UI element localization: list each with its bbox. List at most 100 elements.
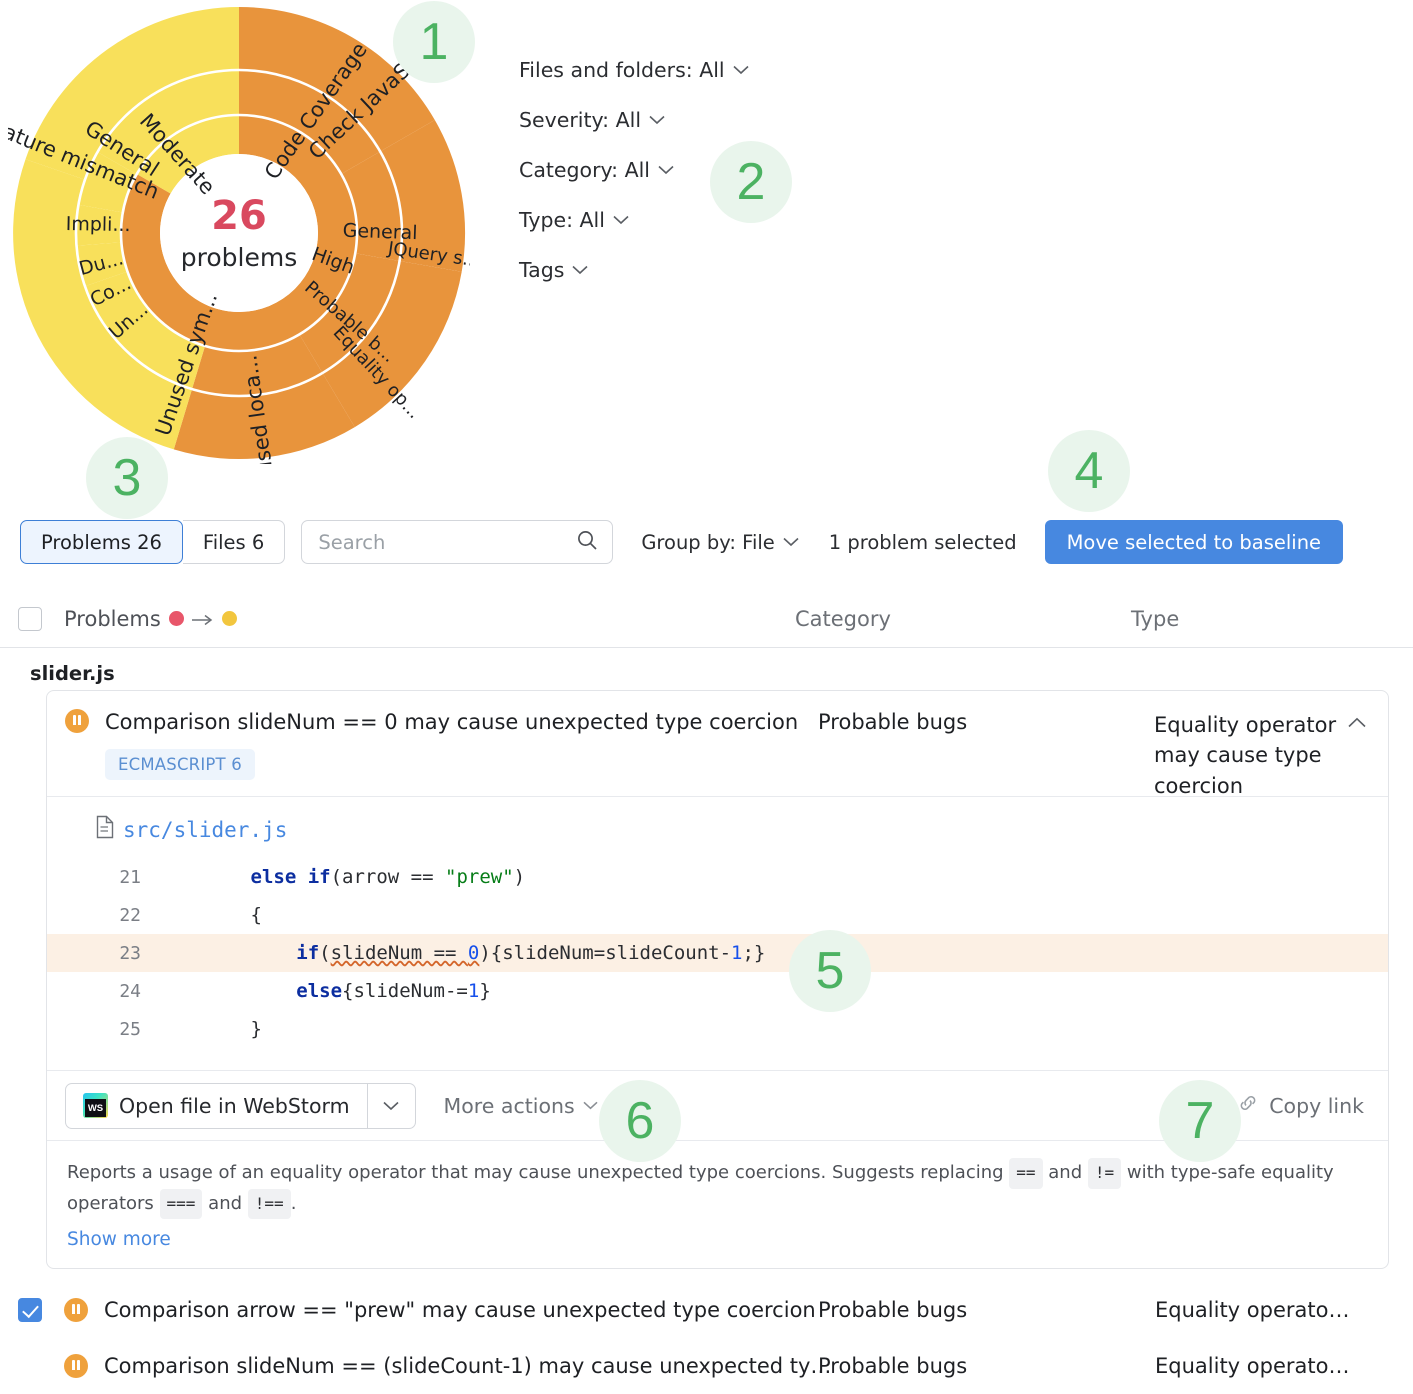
- chart-center-label: problems: [181, 243, 297, 272]
- file-path-text: src/slider.js: [123, 818, 287, 842]
- problem-category: Probable bugs: [818, 710, 1118, 734]
- line-number: 24: [47, 981, 159, 1002]
- code-chip-eq: ==: [1009, 1158, 1042, 1188]
- severity-from-dot: [169, 611, 184, 626]
- search-icon[interactable]: [576, 529, 598, 555]
- chart-center-value: 26: [211, 193, 267, 239]
- code-snippet-section: src/slider.js 21 else if(arrow == "prew"…: [47, 796, 1388, 1058]
- callout-badge-2: 2: [710, 141, 792, 223]
- open-file-label: Open file in WebStorm: [119, 1094, 350, 1118]
- slice-label: General: [342, 220, 418, 245]
- overview-panel: Check JavaScri... Code Coverage JQuery s…: [0, 0, 1413, 500]
- table-row[interactable]: Comparison arrow == "prew" may cause une…: [0, 1282, 1413, 1338]
- callout-badge-5: 5: [789, 930, 871, 1012]
- chevron-down-icon: [613, 215, 629, 225]
- row-checkbox[interactable]: [18, 1298, 42, 1322]
- problem-title: Comparison slideNum == 0 may cause unexp…: [105, 709, 805, 735]
- column-header-category: Category: [795, 607, 891, 631]
- results-table-header: Problems Category Type: [0, 590, 1413, 648]
- row-type: Equality operato…: [1155, 1354, 1349, 1378]
- warning-icon: [64, 1354, 88, 1378]
- problems-sunburst-chart[interactable]: Check JavaScri... Code Coverage JQuery s…: [8, 2, 470, 464]
- description-part-2: and: [1048, 1162, 1082, 1183]
- file-path-link[interactable]: src/slider.js: [95, 815, 1388, 844]
- callout-badge-4: 4: [1048, 430, 1130, 512]
- problem-detail-card: Comparison slideNum == 0 may cause unexp…: [46, 690, 1389, 1269]
- chevron-down-icon: [583, 1101, 598, 1110]
- selection-count: 1 problem selected: [829, 531, 1017, 554]
- show-more-link[interactable]: Show more: [67, 1229, 171, 1250]
- column-header-type: Type: [1131, 607, 1179, 631]
- warning-icon: [65, 709, 89, 733]
- callout-badge-6: 6: [599, 1080, 681, 1162]
- line-content: if(slideNum == 0){slideNum=slideCount-1;…: [159, 942, 765, 964]
- group-by-label: Group by: File: [641, 531, 774, 554]
- chevron-down-icon: [649, 115, 665, 125]
- filter-label: Category: All: [519, 158, 650, 182]
- arrow-right-icon: [192, 607, 214, 631]
- filter-label: Tags: [519, 258, 564, 282]
- column-header-problems: Problems: [64, 607, 237, 631]
- line-content: }: [159, 1018, 262, 1040]
- select-all-checkbox[interactable]: [18, 607, 42, 631]
- open-file-split-button[interactable]: Open file in WebStorm: [65, 1083, 416, 1129]
- code-line: 24 else{slideNum-=1}: [47, 972, 1388, 1010]
- line-content: else if(arrow == "prew"): [159, 866, 525, 888]
- callout-badge-1: 1: [393, 1, 475, 83]
- filter-type[interactable]: Type: All: [519, 208, 749, 232]
- chevron-down-icon: [783, 537, 799, 547]
- search-box[interactable]: [301, 520, 613, 564]
- chevron-down-icon: [572, 265, 588, 275]
- slice-label: Impli...: [66, 213, 131, 236]
- open-file-button[interactable]: Open file in WebStorm: [66, 1084, 367, 1128]
- chevron-down-icon: [733, 65, 749, 75]
- description-part-4: and: [208, 1193, 242, 1214]
- search-input[interactable]: [316, 530, 576, 555]
- chevron-down-icon: [658, 165, 674, 175]
- view-tabs: Problems 26 Files 6: [20, 520, 285, 564]
- code-line-highlighted: 23 if(slideNum == 0){slideNum=slideCount…: [47, 934, 1388, 972]
- group-by-dropdown[interactable]: Group by: File: [641, 531, 798, 554]
- line-content: {: [159, 904, 262, 926]
- results-toolbar: Problems 26 Files 6 Group by: File 1 pro…: [0, 516, 1413, 568]
- table-row[interactable]: Comparison slideNum == (slideCount-1) ma…: [0, 1338, 1413, 1394]
- chevron-up-icon[interactable]: [1348, 713, 1366, 732]
- file-group-header[interactable]: slider.js: [30, 662, 115, 685]
- callout-badge-3: 3: [86, 437, 168, 519]
- warning-icon: [64, 1298, 88, 1322]
- more-actions-dropdown[interactable]: More actions: [444, 1094, 598, 1118]
- code-chip-neq: !=: [1088, 1158, 1121, 1188]
- filter-severity[interactable]: Severity: All: [519, 108, 749, 132]
- filter-label: Type: All: [519, 208, 605, 232]
- line-number: 23: [47, 943, 159, 964]
- copy-link-label: Copy link: [1269, 1094, 1364, 1118]
- problem-header-row[interactable]: Comparison slideNum == 0 may cause unexp…: [47, 691, 1388, 796]
- file-icon: [95, 815, 115, 844]
- filter-tags[interactable]: Tags: [519, 258, 749, 282]
- code-chip-strneq: !==: [248, 1189, 291, 1219]
- code-line: 25 }: [47, 1010, 1388, 1048]
- line-number: 22: [47, 905, 159, 926]
- code-line: 22 {: [47, 896, 1388, 934]
- filter-files-and-folders[interactable]: Files and folders: All: [519, 58, 749, 82]
- more-actions-label: More actions: [444, 1094, 575, 1118]
- row-title: Comparison slideNum == (slideCount-1) ma…: [104, 1354, 831, 1378]
- code-block[interactable]: 21 else if(arrow == "prew") 22 { 23 if(s…: [47, 858, 1388, 1048]
- row-category: Probable bugs: [818, 1298, 967, 1322]
- tag-badge[interactable]: ECMASCRIPT 6: [105, 749, 255, 780]
- copy-link-button[interactable]: Copy link: [1237, 1092, 1364, 1119]
- row-type: Equality operato…: [1155, 1298, 1349, 1322]
- description-part-1: Reports a usage of an equality operator …: [67, 1162, 1004, 1183]
- open-file-dropdown-toggle[interactable]: [367, 1084, 415, 1128]
- move-to-baseline-button[interactable]: Move selected to baseline: [1045, 520, 1343, 564]
- filter-label: Severity: All: [519, 108, 641, 132]
- line-number: 21: [47, 867, 159, 888]
- row-title: Comparison arrow == "prew" may cause une…: [104, 1298, 816, 1322]
- problem-type: Equality operator may cause type coercio…: [1154, 710, 1354, 801]
- code-line: 21 else if(arrow == "prew"): [47, 858, 1388, 896]
- row-category: Probable bugs: [818, 1354, 967, 1378]
- callout-badge-7: 7: [1159, 1080, 1241, 1162]
- tab-files[interactable]: Files 6: [183, 520, 285, 564]
- tab-problems[interactable]: Problems 26: [20, 520, 183, 564]
- webstorm-icon: [83, 1093, 108, 1118]
